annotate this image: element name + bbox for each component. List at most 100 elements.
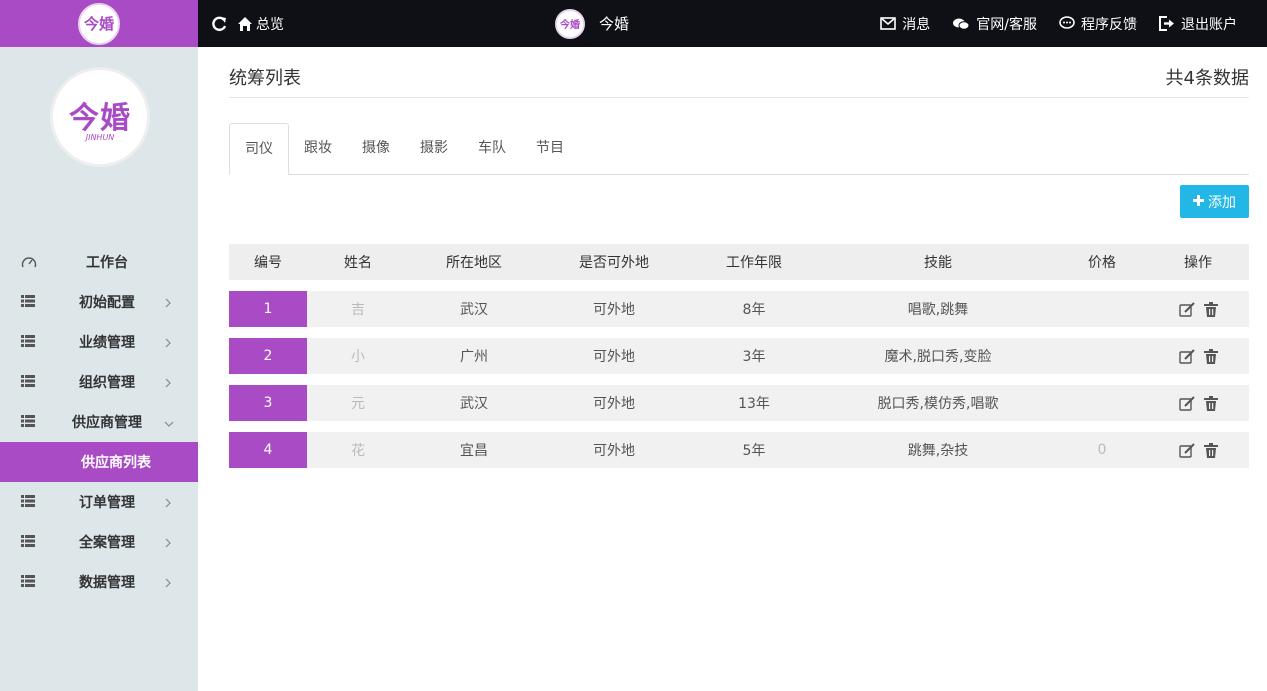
tab-host[interactable]: 司仪 [229,123,289,175]
brand-logo[interactable]: 今婚 [78,2,120,45]
refresh-icon[interactable] [210,15,228,33]
cell-years: 8年 [742,302,766,318]
chevron-down-icon [164,416,174,427]
cell-years: 3年 [742,349,766,365]
tab-fleet[interactable]: 车队 [463,123,521,175]
sidebar-item-label: 数据管理 [79,575,135,591]
edit-icon[interactable] [1178,301,1196,317]
sidebar-item-performance[interactable]: 业绩管理 [0,322,198,362]
cell-actions [1147,348,1249,364]
cell-name: 元 [351,396,365,412]
sidebar-item-label: 工作台 [86,255,128,271]
header-region: 所在地区 [446,255,502,271]
sidebar-item-label: 组织管理 [79,375,135,391]
cell-skills: 唱歌,跳舞 [907,302,969,318]
chevron-right-icon [164,536,174,548]
sidebar-item-organization[interactable]: 组织管理 [0,362,198,402]
sidebar-item-init-config[interactable]: 初始配置 [0,282,198,322]
brand-area: 今婚 [0,0,198,47]
header-remote: 是否可外地 [579,255,649,271]
chevron-right-icon [164,376,174,388]
feedback-button[interactable]: 程序反馈 [1059,14,1137,34]
cell-id: 2 [229,338,307,374]
cell-id: 3 [229,385,307,421]
messages-button[interactable]: 消息 [880,14,930,34]
home-label[interactable]: 总览 [256,14,284,34]
service-button[interactable]: 官网/客服 [952,14,1037,34]
sidebar: 今婚 JINHUN 工作台 初始配置 业绩管理 组织管理 供应商管理 供应商列表… [0,47,198,691]
cell-name: 小 [351,349,365,365]
sign-out-icon [1159,16,1175,31]
sidebar-item-label: 供应商管理 [72,415,142,431]
tab-program[interactable]: 节目 [521,123,579,175]
header-skills: 技能 [924,255,952,271]
cell-years: 5年 [742,443,766,459]
header-id: 编号 [254,255,282,271]
edit-icon[interactable] [1178,442,1196,458]
table-row: 2 小 广州 可外地 3年 魔术,脱口秀,变脸 [229,338,1249,374]
cell-price: 0 [1097,442,1107,458]
sidebar-item-label: 订单管理 [79,495,135,511]
sidebar-item-full-case[interactable]: 全案管理 [0,522,198,562]
sidebar-item-data[interactable]: 数据管理 [0,562,198,602]
tab-photo[interactable]: 摄影 [405,123,463,175]
cell-actions [1147,442,1249,458]
cell-remote: 可外地 [593,302,635,318]
feedback-label: 程序反馈 [1081,16,1137,33]
cell-remote: 可外地 [593,349,635,365]
trash-icon[interactable] [1203,442,1218,458]
chevron-right-icon [164,576,174,588]
cell-region: 武汉 [460,396,488,412]
tab-video[interactable]: 摄像 [347,123,405,175]
cell-remote: 可外地 [593,443,635,459]
tab-makeup[interactable]: 跟妆 [289,123,347,175]
edit-icon[interactable] [1178,395,1196,411]
sidebar-item-suppliers[interactable]: 供应商管理 [0,402,198,442]
sidebar-item-label: 初始配置 [79,295,135,311]
chevron-right-icon [164,296,174,308]
sidebar-logo: 今婚 JINHUN [50,67,150,167]
edit-icon[interactable] [1178,348,1196,364]
sidebar-item-supplier-list[interactable]: 供应商列表 [0,442,198,482]
table-row: 1 吉 武汉 可外地 8年 唱歌,跳舞 [229,291,1249,327]
cell-actions [1147,301,1249,317]
supplier-table: 编号 姓名 所在地区 是否可外地 工作年限 技能 价格 操作 1 吉 武汉 可外… [229,244,1249,468]
home-icon [236,15,254,33]
logout-label: 退出账户 [1181,16,1237,33]
logout-button[interactable]: 退出账户 [1159,14,1237,34]
cell-skills: 脱口秀,模仿秀,唱歌 [877,396,999,412]
cell-region: 武汉 [460,302,488,318]
home-nav[interactable]: 总览 [210,0,284,47]
trash-icon[interactable] [1203,348,1218,364]
center-logo: 今婚 [555,8,585,39]
cell-region: 宜昌 [460,443,488,459]
cell-skills: 魔术,脱口秀,变脸 [884,349,992,365]
plus-icon [1193,194,1204,210]
chat-icon [952,17,970,31]
cell-name: 花 [351,443,365,459]
cell-name: 吉 [351,302,365,318]
add-button-label: 添加 [1208,194,1236,211]
messages-label: 消息 [902,16,931,33]
sidebar-item-orders[interactable]: 订单管理 [0,482,198,522]
sidebar-item-dashboard[interactable]: 工作台 [0,242,198,282]
table-row: 3 元 武汉 可外地 13年 脱口秀,模仿秀,唱歌 [229,385,1249,421]
trash-icon[interactable] [1203,395,1218,411]
service-label: 官网/客服 [976,16,1037,33]
header-price: 价格 [1088,255,1116,271]
cell-remote: 可外地 [593,396,635,412]
envelope-icon [880,17,897,30]
sidebar-item-label: 全案管理 [79,535,135,551]
add-button[interactable]: 添加 [1180,185,1249,218]
header-actions: 操作 [1184,255,1212,271]
cell-region: 广州 [460,349,488,365]
cell-skills: 跳舞,杂技 [907,443,969,459]
table-header: 编号 姓名 所在地区 是否可外地 工作年限 技能 价格 操作 [229,244,1249,280]
sidebar-item-label: 供应商列表 [81,455,151,471]
top-actions: 消息 官网/客服 程序反馈 退出账户 [880,0,1237,47]
sidebar-logo-sub: JINHUN [85,132,115,142]
record-count: 共4条数据 [1165,68,1249,89]
cell-years: 13年 [738,396,770,412]
comment-dots-icon [1059,16,1075,31]
trash-icon[interactable] [1203,301,1218,317]
